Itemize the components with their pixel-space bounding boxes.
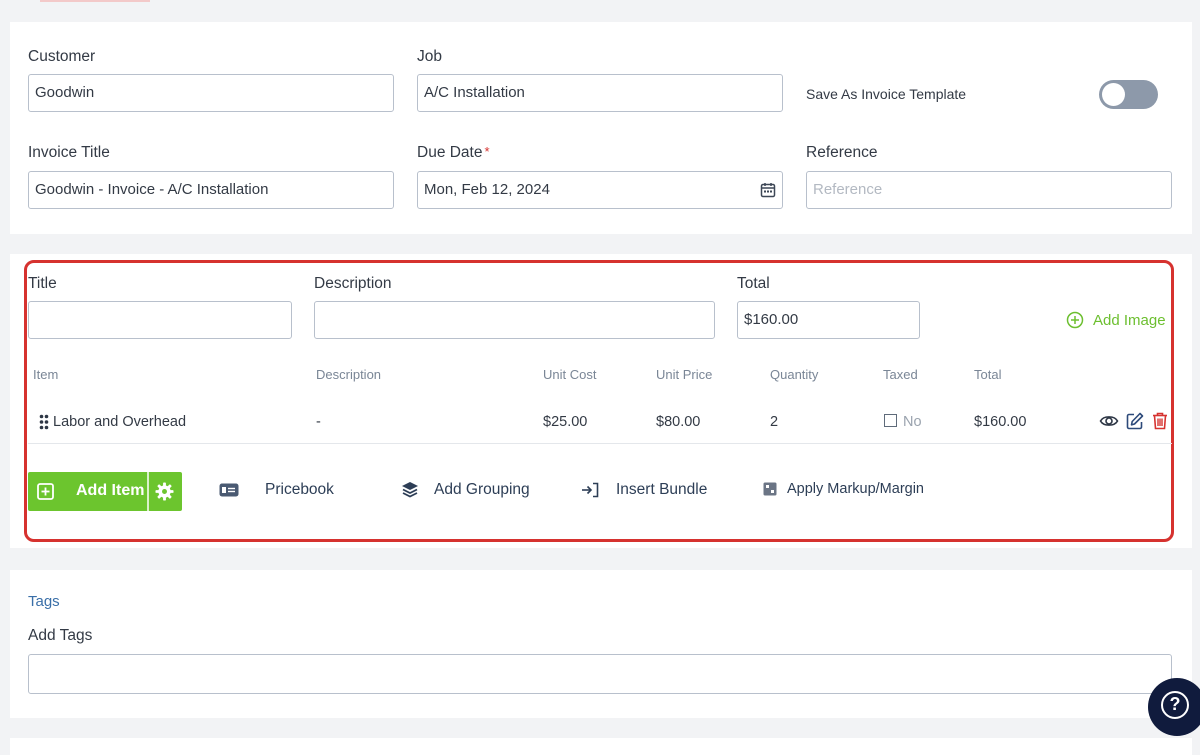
add-item-label: Add Item [76, 482, 145, 499]
plus-circle-icon [1066, 311, 1084, 329]
tags-section-title: Tags [28, 593, 60, 610]
add-image-button[interactable]: Add Image [1066, 311, 1166, 329]
customer-label: Customer [28, 48, 96, 65]
insert-bundle-button[interactable]: Insert Bundle [581, 481, 707, 499]
reference-label: Reference [806, 144, 878, 161]
add-item-button[interactable]: Add Item [28, 472, 182, 511]
plus-square-icon [37, 483, 54, 500]
group-description-field[interactable] [314, 301, 715, 339]
calendar-icon[interactable] [760, 182, 776, 198]
drag-handle-icon[interactable] [39, 414, 49, 430]
due-date-field[interactable]: Mon, Feb 12, 2024 [417, 171, 783, 209]
group-title-field[interactable] [28, 301, 292, 339]
top-accent-line [40, 0, 150, 2]
column-header-total: Total [974, 367, 1002, 382]
help-icon: ? [1161, 691, 1189, 719]
invoice-title-field[interactable]: Goodwin - Invoice - A/C Installation [28, 171, 394, 209]
button-divider [147, 472, 149, 511]
column-header-unit-cost: Unit Cost [543, 367, 597, 382]
apply-markup-button[interactable]: Apply Markup/Margin [763, 481, 924, 497]
layers-icon [402, 482, 418, 498]
toggle-knob [1102, 83, 1125, 106]
row-divider [28, 443, 1172, 444]
next-card [10, 738, 1192, 755]
row-total: $160.00 [974, 414, 1027, 430]
row-taxed: No [884, 414, 922, 430]
add-image-label: Add Image [1093, 311, 1166, 329]
group-total-field[interactable]: $160.00 [737, 301, 920, 339]
reference-field[interactable]: Reference [806, 171, 1172, 209]
eye-icon[interactable] [1099, 411, 1119, 431]
required-marker: * [484, 144, 490, 159]
job-field[interactable]: A/C Installation [417, 74, 783, 112]
taxed-checkbox[interactable] [884, 414, 897, 427]
group-total-label: Total [737, 275, 770, 292]
row-unit-cost: $25.00 [543, 414, 588, 430]
due-date-label: Due Date * [417, 144, 490, 162]
help-button[interactable]: ? [1148, 678, 1200, 736]
row-quantity: 2 [770, 414, 779, 430]
trash-icon[interactable] [1150, 411, 1170, 431]
column-header-taxed: Taxed [883, 367, 918, 382]
column-header-item: Item [33, 367, 59, 382]
job-label: Job [417, 48, 442, 65]
tags-card [10, 570, 1192, 718]
pricebook-button[interactable]: Pricebook [219, 481, 334, 499]
apply-markup-label: Apply Markup/Margin [787, 481, 924, 497]
gear-icon[interactable] [155, 482, 174, 501]
markup-icon [763, 482, 777, 496]
row-description: - [316, 414, 321, 430]
pricebook-icon [219, 483, 239, 497]
save-template-label: Save As Invoice Template [806, 86, 967, 102]
column-header-quantity: Quantity [770, 367, 819, 382]
row-unit-price: $80.00 [656, 414, 701, 430]
add-grouping-button[interactable]: Add Grouping [401, 481, 530, 499]
taxed-value: No [903, 414, 922, 430]
pricebook-label: Pricebook [265, 481, 334, 498]
add-tags-label: Add Tags [28, 627, 93, 644]
group-description-label: Description [314, 275, 392, 292]
row-item-name: Labor and Overhead [53, 414, 187, 430]
add-tags-field[interactable] [28, 654, 1172, 694]
sign-in-icon [582, 482, 599, 498]
edit-icon[interactable] [1125, 411, 1145, 431]
insert-bundle-label: Insert Bundle [616, 481, 708, 498]
invoice-title-label: Invoice Title [28, 144, 110, 161]
column-header-description: Description [316, 367, 382, 382]
due-date-label-text: Due Date [417, 144, 483, 161]
group-title-label: Title [28, 275, 57, 292]
column-header-unit-price: Unit Price [656, 367, 713, 382]
save-template-toggle[interactable] [1099, 80, 1158, 109]
due-date-value: Mon, Feb 12, 2024 [424, 181, 550, 198]
add-grouping-label: Add Grouping [434, 481, 530, 498]
customer-field[interactable]: Goodwin [28, 74, 394, 112]
